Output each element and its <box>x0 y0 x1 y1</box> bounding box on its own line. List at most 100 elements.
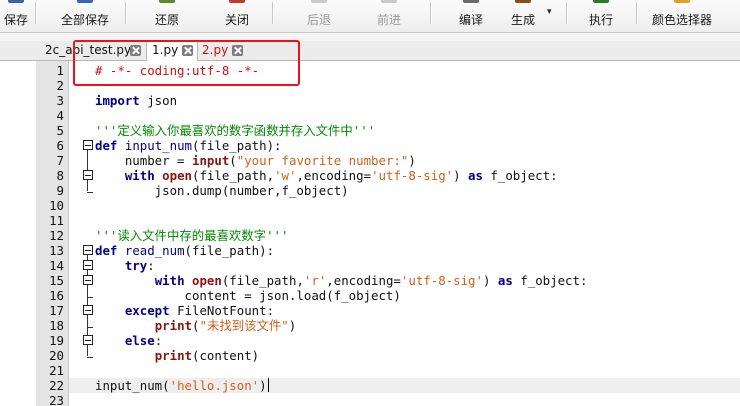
close-icon[interactable] <box>182 45 193 56</box>
code-token: '''定义输入你最喜欢的数字函数并存入文件中''' <box>95 123 376 138</box>
code-token: import <box>95 93 140 108</box>
save-button[interactable]: 保存 <box>0 0 32 32</box>
save-all-button[interactable]: 全部保存 <box>56 0 114 32</box>
code-line[interactable]: import json <box>95 93 177 108</box>
fold-end-marker <box>87 297 93 298</box>
run-button[interactable]: 执行 <box>582 0 620 32</box>
revert-button[interactable]: 还原 <box>148 0 186 32</box>
fold-toggle-icon[interactable] <box>83 140 93 150</box>
code-token: "your favorite number:" <box>236 153 409 168</box>
code-token: ) <box>482 273 498 288</box>
tab-2-py[interactable]: 2.py <box>197 41 249 60</box>
line-number: 7 <box>56 153 64 168</box>
code-token: f_object: <box>482 168 558 183</box>
code-line[interactable]: print(content) <box>95 348 259 363</box>
line-number: 18 <box>49 318 64 333</box>
code-token: except <box>124 303 170 318</box>
line-number: 2 <box>56 78 64 93</box>
tab-label: 1.py <box>152 43 179 57</box>
text-caret <box>268 378 269 392</box>
code-line[interactable]: print("未找到该文件") <box>95 318 297 333</box>
line-number: 4 <box>56 108 64 123</box>
color-picker-icon <box>674 0 690 3</box>
compile-button[interactable]: 编译 <box>452 0 490 32</box>
back-button-label: 后退 <box>306 13 331 27</box>
line-number: 1 <box>56 63 64 78</box>
line-number: 9 <box>56 183 64 198</box>
code-token: 'utf-8-sig' <box>400 273 483 288</box>
code-line[interactable]: json.dump(number,f_object) <box>95 183 349 198</box>
line-number: 17 <box>49 303 64 318</box>
line-number: 15 <box>49 273 64 288</box>
line-number: 16 <box>49 288 64 303</box>
code-line[interactable]: def read_num(file_path): <box>95 243 274 258</box>
code-token: else <box>124 333 155 348</box>
close-button-label: 关闭 <box>224 13 249 27</box>
fold-toggle-icon[interactable] <box>83 335 93 345</box>
code-token: ) <box>453 168 469 183</box>
code-line[interactable]: with open(file_path,'w',encoding='utf-8-… <box>95 168 558 183</box>
code-token: (file_path, <box>221 273 304 288</box>
close-icon[interactable] <box>130 45 141 56</box>
line-number: 22 <box>49 378 64 393</box>
code-line[interactable]: try: <box>95 258 155 273</box>
code-token: : <box>147 258 155 273</box>
code-line[interactable]: def input_num(file_path): <box>95 138 282 153</box>
line-number: 13 <box>49 243 64 258</box>
code-token: '''读入文件中存的最喜欢数字''' <box>95 228 289 243</box>
save-icon <box>8 0 24 3</box>
code-token: f_object: <box>512 273 588 288</box>
run-icon <box>593 0 609 3</box>
code-token: ,encoding= <box>296 168 372 183</box>
fold-toggle-icon[interactable] <box>83 170 93 180</box>
fold-end-marker <box>87 192 93 193</box>
line-number: 8 <box>56 168 64 183</box>
forward-button[interactable]: 前进 <box>370 0 408 32</box>
revert-icon <box>159 0 175 3</box>
tab-1-py[interactable]: 1.py <box>146 40 198 62</box>
code-token: : <box>154 333 163 348</box>
build-button[interactable]: 生成 <box>504 0 542 32</box>
code-line[interactable]: number = input("your favorite number:") <box>95 153 416 168</box>
code-line[interactable]: with open(file_path,'r',encoding='utf-8-… <box>95 273 588 288</box>
line-number: 6 <box>56 138 64 153</box>
fold-toggle-icon[interactable] <box>83 305 93 315</box>
fold-end-marker <box>87 357 93 358</box>
code-token: (file_path): <box>192 138 282 153</box>
build-dropdown-icon[interactable]: ▾ <box>547 6 552 17</box>
code-line[interactable]: '''读入文件中存的最喜欢数字''' <box>95 228 288 243</box>
toolbar-separator <box>636 2 638 24</box>
code-line[interactable]: '''定义输入你最喜欢的数字函数并存入文件中''' <box>95 123 375 138</box>
color-picker-button[interactable]: 颜色选择器 <box>648 0 716 32</box>
close-button[interactable]: 关闭 <box>218 0 256 32</box>
toolbar-separator <box>125 2 127 24</box>
fold-toggle-icon[interactable] <box>83 245 93 255</box>
code-token: input_num( <box>95 378 170 393</box>
code-line[interactable]: input_num('hello.json') <box>95 378 267 393</box>
tab-2c-api-test[interactable]: 2c_api_test.py <box>40 41 143 60</box>
code-line[interactable]: content = json.load(f_object) <box>95 288 401 303</box>
fold-toggle-icon[interactable] <box>83 260 93 270</box>
code-line[interactable]: except FileNotFount: <box>95 303 274 318</box>
code-token: ) <box>288 318 297 333</box>
toolbar-separator <box>272 2 274 24</box>
code-line[interactable]: else: <box>95 333 162 348</box>
code-editor[interactable]: 1 # -*- coding:utf-8 -*- 2 3 import json 4 5 ''… <box>0 61 740 406</box>
back-button[interactable]: 后退 <box>300 0 338 32</box>
code-token: read_num <box>124 243 185 258</box>
line-number: 12 <box>49 228 64 243</box>
code-token: with <box>154 273 185 288</box>
code-token: (file_path, <box>192 168 275 183</box>
code-token: try <box>124 258 148 273</box>
close-icon[interactable] <box>232 45 243 56</box>
editor-window: 保存 全部保存 还原 关闭 后退 前进 编译 生成 ▾ 执行 颜色选择器 2c_… <box>0 0 740 406</box>
code-token: "未找到该文件" <box>199 318 289 333</box>
line-number: 11 <box>49 213 64 228</box>
code-token: open <box>162 168 192 183</box>
code-line[interactable]: # -*- coding:utf-8 -*- <box>95 63 259 78</box>
fold-toggle-icon[interactable] <box>83 275 93 285</box>
